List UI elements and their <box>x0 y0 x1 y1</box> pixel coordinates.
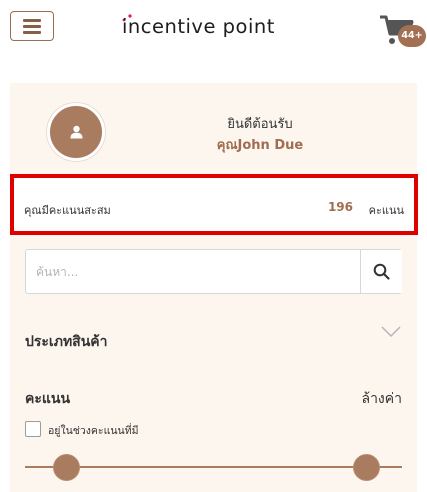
header: incentive point 44+ <box>0 0 427 55</box>
menu-button[interactable] <box>10 11 54 41</box>
search-input[interactable] <box>26 250 360 293</box>
points-unit: คะแนน <box>368 204 404 217</box>
username: คุณJohn Due <box>216 138 304 153</box>
cart-count-badge: 44+ <box>398 25 426 47</box>
page: incentive point 44+ ยินดีต้อนรับ คุณJohn… <box>0 0 427 492</box>
user-icon <box>70 125 83 139</box>
category-filter-label[interactable]: ประเภทสินค้า <box>25 331 108 353</box>
hamburger-icon-bar <box>23 25 41 28</box>
search-box <box>25 249 402 294</box>
search-button[interactable] <box>360 250 402 293</box>
reset-button[interactable]: ล้างค่า <box>361 388 402 410</box>
chevron-down-icon[interactable] <box>381 325 401 339</box>
logo[interactable]: incentive point <box>122 15 275 39</box>
points-label: คุณมีคะแนนสะสม <box>24 204 111 217</box>
score-range-slider-max-handle[interactable] <box>354 455 379 480</box>
search-icon <box>373 263 390 280</box>
in-range-checkbox[interactable] <box>25 421 41 437</box>
points-value: 196 <box>327 200 353 214</box>
in-range-checkbox-label[interactable]: อยู่ในช่วงคะแนนที่มี <box>48 422 139 439</box>
score-range-slider-track[interactable] <box>25 466 402 468</box>
hamburger-icon-bar <box>23 31 41 34</box>
hamburger-icon <box>23 19 41 22</box>
score-range-slider-min-handle[interactable] <box>54 455 79 480</box>
score-filter-label: คะแนน <box>25 391 71 407</box>
avatar[interactable] <box>47 103 105 161</box>
points-summary: คุณมีคะแนนสะสม 196 คะแนน <box>10 174 418 235</box>
welcome-text: ยินดีต้อนรับ <box>227 117 293 132</box>
